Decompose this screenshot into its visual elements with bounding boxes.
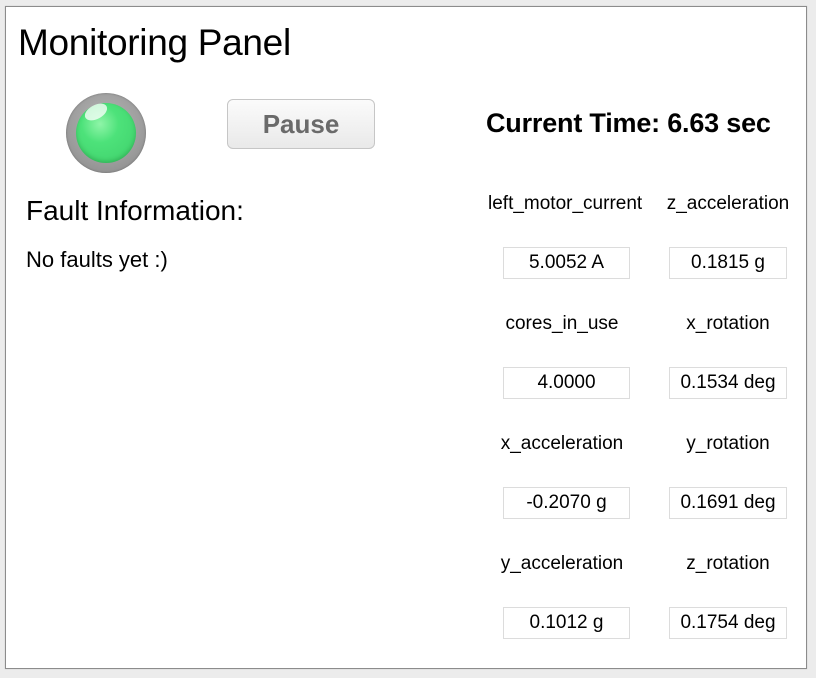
metric-z-rotation: z_rotation 0.1754 deg: [648, 549, 808, 659]
metric-x-acceleration: x_acceleration -0.2070 g: [482, 429, 642, 539]
metric-label: cores_in_use: [505, 313, 619, 334]
metric-label: z_rotation: [686, 553, 770, 574]
metric-label: y_acceleration: [500, 553, 624, 574]
metric-left-motor-current: left_motor_current 5.0052 A: [482, 189, 642, 299]
metric-value-field: 0.1815 g: [669, 247, 787, 279]
metric-label: y_rotation: [686, 433, 770, 454]
status-light-indicator: [66, 93, 146, 173]
metric-value-field: 4.0000: [503, 367, 630, 399]
metric-y-acceleration: y_acceleration 0.1012 g: [482, 549, 642, 659]
metric-label: x_acceleration: [500, 433, 624, 454]
metric-x-rotation: x_rotation 0.1534 deg: [648, 309, 808, 419]
metric-value-field: -0.2070 g: [503, 487, 630, 519]
fault-information-heading: Fault Information:: [26, 195, 244, 226]
metric-z-acceleration: z_acceleration 0.1815 g: [648, 189, 808, 299]
metric-value-field: 0.1754 deg: [669, 607, 787, 639]
current-time-display: Current Time: 6.63 sec: [486, 108, 771, 138]
metric-value-field: 0.1012 g: [503, 607, 630, 639]
pause-button[interactable]: Pause: [227, 99, 375, 149]
metric-label: x_rotation: [686, 313, 770, 334]
metric-value-field: 5.0052 A: [503, 247, 630, 279]
metric-y-rotation: y_rotation 0.1691 deg: [648, 429, 808, 539]
monitoring-panel: Monitoring Panel Pause Current Time: 6.6…: [5, 6, 807, 669]
metric-value-field: 0.1691 deg: [669, 487, 787, 519]
fault-message: No faults yet :): [26, 247, 168, 272]
metric-label: z_acceleration: [666, 193, 790, 214]
metric-cores-in-use: cores_in_use 4.0000: [482, 309, 642, 419]
metric-label: left_motor_current: [488, 193, 643, 214]
page-title: Monitoring Panel: [18, 22, 291, 63]
metric-value-field: 0.1534 deg: [669, 367, 787, 399]
